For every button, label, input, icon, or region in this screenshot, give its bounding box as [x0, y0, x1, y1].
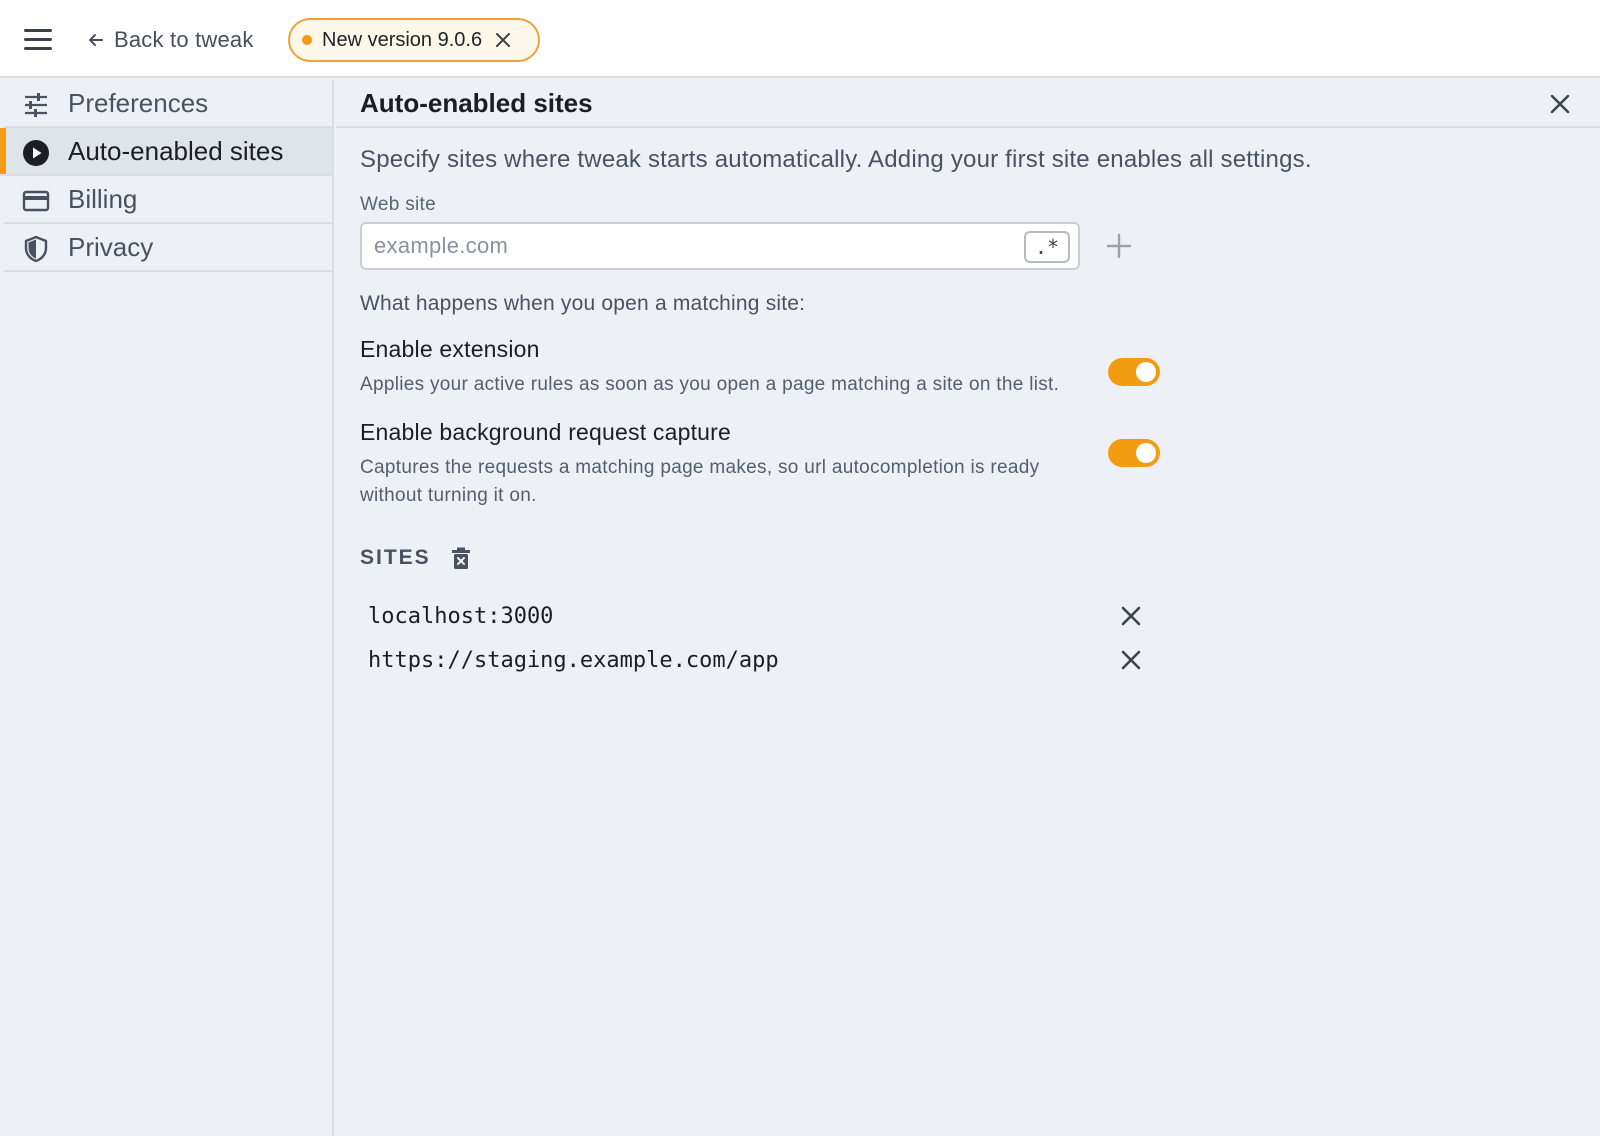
site-pattern: localhost:3000 [368, 603, 554, 629]
option-description: Applies your active rules as soon as you… [360, 374, 1060, 395]
web-site-field: .* [360, 222, 1080, 270]
add-site-plus-icon[interactable] [1104, 231, 1134, 261]
sidebar-item-label: Billing [68, 183, 138, 214]
delete-all-trash-icon[interactable] [449, 546, 473, 570]
web-site-input[interactable] [374, 233, 1014, 259]
status-dot-icon [302, 35, 312, 45]
hamburger-menu-icon[interactable] [20, 25, 56, 53]
panel-content: Specify sites where tweak starts automat… [336, 146, 1600, 682]
site-pattern: https://staging.example.com/app [368, 647, 779, 673]
toggle-knob [1136, 443, 1156, 463]
top-bar: Back to tweak New version 9.0.6 [0, 0, 1600, 78]
option-title: Enable extension [360, 336, 540, 362]
arrow-left-icon [89, 34, 103, 46]
sliders-icon [25, 93, 47, 117]
play-circle-icon [23, 140, 49, 166]
sites-section-header: SITES [360, 546, 1600, 570]
regex-toggle-button[interactable]: .* [1024, 231, 1070, 263]
list-item: localhost:3000 [360, 594, 1160, 638]
auto-enabled-sites-panel: Auto-enabled sites Specify sites where t… [336, 80, 1600, 1136]
shield-icon [24, 235, 48, 263]
intro-text: Specify sites where tweak starts automat… [360, 146, 1312, 173]
close-icon[interactable] [1548, 92, 1572, 116]
sidebar-item-auto-enabled-sites[interactable]: Auto-enabled sites [0, 128, 332, 176]
option-enable-background-capture: Enable background request capture Captur… [360, 419, 1160, 510]
close-icon[interactable] [494, 31, 512, 49]
sidebar-item-label: Privacy [68, 231, 154, 262]
sidebar-item-privacy[interactable]: Privacy [4, 224, 332, 272]
version-label: New version 9.0.6 [322, 28, 483, 51]
panel-header: Auto-enabled sites [336, 80, 1600, 128]
toggle-knob [1136, 362, 1156, 382]
option-title: Enable background request capture [360, 419, 732, 445]
sites-title: SITES [360, 546, 431, 569]
sidebar-item-label: Auto-enabled sites [68, 135, 284, 166]
sidebar-item-preferences[interactable]: Preferences [4, 80, 332, 128]
settings-sidebar: Preferences Auto-enabled sites Billing P… [0, 80, 334, 1136]
option-description: Captures the requests a matching page ma… [360, 457, 1040, 506]
credit-card-icon [22, 190, 50, 212]
sites-list: localhost:3000 https://staging.example.c… [360, 594, 1160, 682]
back-link-label: Back to tweak [114, 27, 254, 52]
page-title: Auto-enabled sites [360, 87, 593, 118]
web-site-input-row: .* [360, 222, 1600, 270]
list-item: https://staging.example.com/app [360, 638, 1160, 682]
remove-site-close-icon[interactable] [1120, 605, 1142, 627]
matching-site-note: What happens when you open a matching si… [360, 292, 806, 315]
enable-background-capture-toggle[interactable] [1108, 439, 1160, 467]
new-version-badge[interactable]: New version 9.0.6 [288, 18, 540, 62]
sidebar-item-label: Preferences [68, 87, 209, 118]
web-site-label: Web site [360, 194, 436, 215]
sidebar-item-billing[interactable]: Billing [4, 176, 332, 224]
remove-site-close-icon[interactable] [1120, 649, 1142, 671]
back-to-tweak-link[interactable]: Back to tweak [86, 24, 254, 56]
enable-extension-toggle[interactable] [1108, 358, 1160, 386]
option-enable-extension: Enable extension Applies your active rul… [360, 336, 1160, 399]
